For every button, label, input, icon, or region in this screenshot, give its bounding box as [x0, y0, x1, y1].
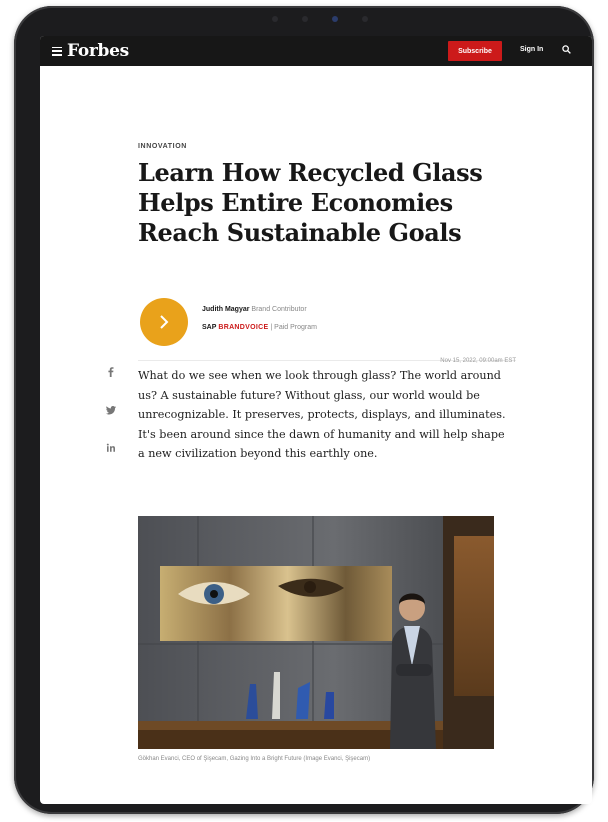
twitter-icon[interactable] — [104, 404, 118, 416]
image-caption: Gökhan Evanci, CEO of Şişecam, Gazing In… — [138, 756, 371, 762]
facebook-icon[interactable] — [104, 366, 118, 378]
chevron-right-icon — [160, 315, 169, 329]
author-avatar[interactable] — [140, 298, 188, 346]
forbes-header: Forbes Subscribe Sign In — [40, 36, 592, 66]
hero-image[interactable] — [138, 516, 494, 749]
sensor-dot — [362, 16, 368, 22]
sign-in-link[interactable]: Sign In — [520, 46, 543, 53]
brandvoice-line: SAP BRANDVOICE | Paid Program — [202, 324, 317, 331]
paid-program-label: Paid Program — [274, 324, 317, 331]
article-body: What do we see when we look through glas… — [138, 369, 506, 461]
search-icon[interactable] — [562, 45, 571, 54]
author-line: Judith Magyar Brand Contributor — [202, 306, 307, 313]
camera-bar — [272, 14, 368, 24]
sensor-dot — [302, 16, 308, 22]
forbes-logo[interactable]: Forbes — [67, 41, 129, 61]
screen: Forbes Subscribe Sign In INNOVATION Lear… — [40, 36, 592, 804]
hamburger-menu-icon[interactable] — [52, 46, 62, 56]
author-role: Brand Contributor — [251, 306, 307, 313]
article-headline: Learn How Recycled Glass Helps Entire Ec… — [138, 158, 483, 247]
linkedin-icon[interactable] — [104, 442, 118, 454]
sensor-dot — [272, 16, 278, 22]
publish-timestamp: Nov 15, 2022, 09:00am EST — [440, 358, 516, 364]
subscribe-button[interactable]: Subscribe — [448, 41, 502, 61]
tablet-frame: Forbes Subscribe Sign In INNOVATION Lear… — [14, 6, 594, 814]
brandvoice-label[interactable]: BRANDVOICE — [218, 324, 268, 331]
article: INNOVATION Learn How Recycled Glass Help… — [40, 66, 592, 804]
separator: | — [270, 324, 273, 331]
brand-sponsor[interactable]: SAP — [202, 324, 216, 331]
author-name[interactable]: Judith Magyar — [202, 306, 249, 313]
camera-lens — [332, 16, 338, 22]
section-label[interactable]: INNOVATION — [138, 143, 187, 150]
